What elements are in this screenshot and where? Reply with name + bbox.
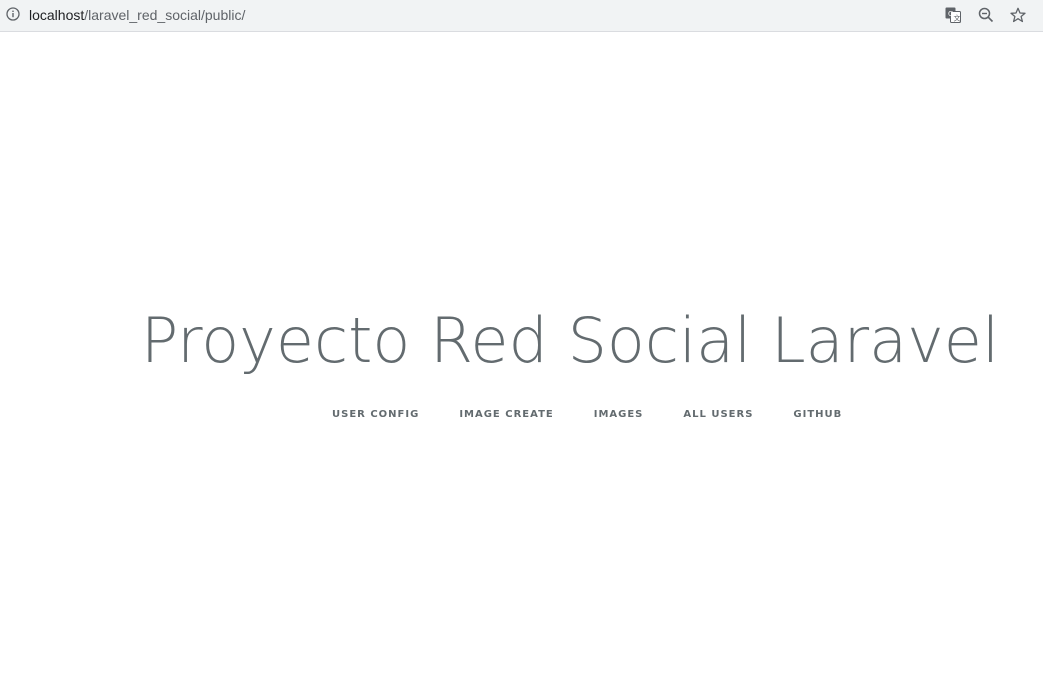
link-all-users[interactable]: ALL USERS	[663, 409, 773, 420]
zoom-out-icon[interactable]	[976, 5, 996, 25]
svg-text:文: 文	[954, 14, 961, 23]
page-content: Proyecto Red Social Laravel USER CONFIG …	[0, 33, 1043, 689]
link-user-config[interactable]: USER CONFIG	[312, 409, 439, 420]
translate-icon[interactable]: G 文	[943, 5, 963, 25]
nav-links: USER CONFIG IMAGE CREATE IMAGES ALL USER…	[312, 409, 841, 420]
link-image-create[interactable]: IMAGE CREATE	[439, 409, 573, 420]
address-bar: localhost/laravel_red_social/public/ G 文	[0, 0, 1043, 32]
link-images[interactable]: IMAGES	[574, 409, 664, 420]
link-github[interactable]: GITHUB	[773, 409, 862, 420]
url-host: localhost	[29, 7, 85, 23]
info-icon[interactable]	[6, 7, 20, 21]
star-icon[interactable]	[1008, 5, 1028, 25]
url-field[interactable]: localhost/laravel_red_social/public/	[29, 6, 245, 24]
page-title: Proyecto Red Social Laravel	[140, 304, 1000, 377]
url-path: /laravel_red_social/public/	[84, 7, 246, 23]
